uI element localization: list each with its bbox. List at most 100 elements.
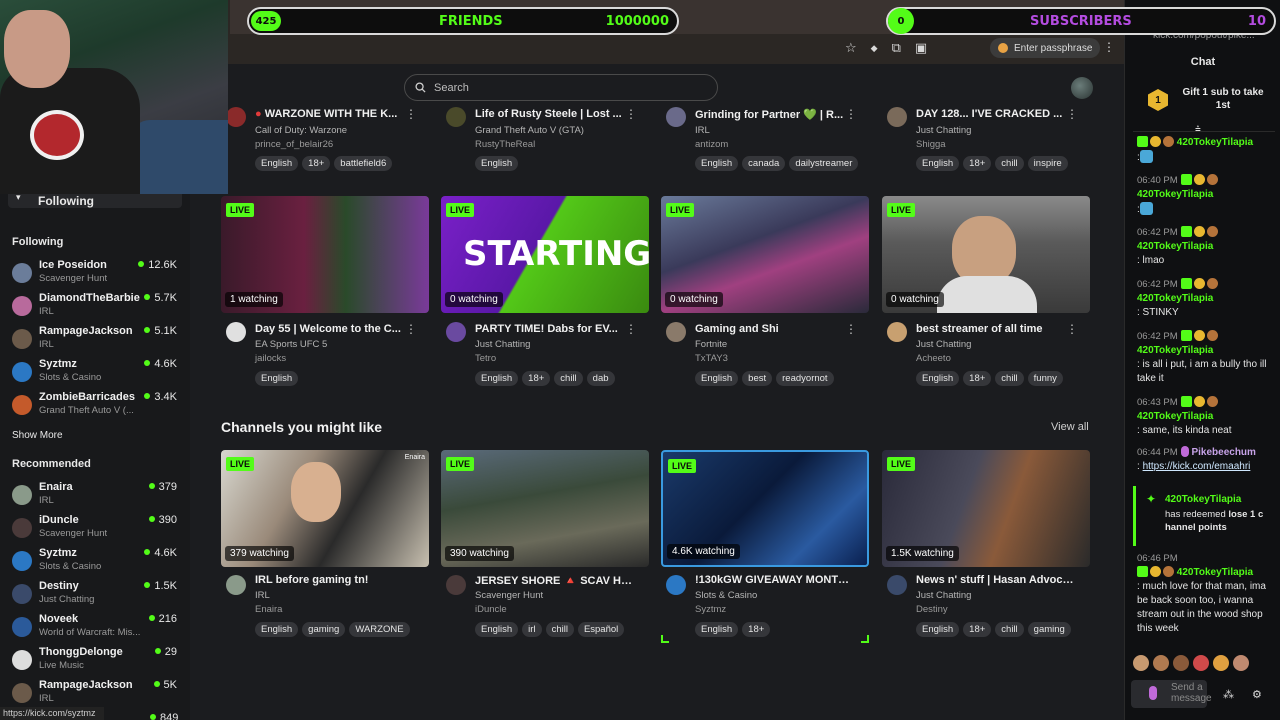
chat-username[interactable]: 420TokeyTilapia xyxy=(1137,411,1213,422)
stream-user[interactable]: RustyTheReal xyxy=(475,139,535,150)
tag[interactable]: English xyxy=(916,156,960,171)
show-more-button[interactable]: Show More xyxy=(12,430,63,441)
sidebar-item-following[interactable]: DiamondTheBarbie IRL 5.7K xyxy=(12,292,180,322)
stream-title[interactable]: best streamer of all time xyxy=(916,323,1076,335)
stream-category[interactable]: Just Chatting xyxy=(916,590,971,601)
chat-scroll-icon[interactable]: ⩮ xyxy=(1195,124,1201,135)
tag[interactable]: funny xyxy=(1027,371,1063,386)
following-collapse-header[interactable]: ▾ Following xyxy=(8,192,182,208)
stream-user[interactable]: Syztmz xyxy=(695,604,726,615)
stream-user[interactable]: TxTAY3 xyxy=(695,353,728,364)
tag[interactable]: English xyxy=(475,156,519,171)
chat-username[interactable]: 420TokeyTilapia xyxy=(1137,293,1213,304)
gift-sub-banner[interactable]: 1 Gift 1 sub to take 1st xyxy=(1133,76,1275,132)
sidebar-item-following[interactable]: RampageJackson IRL 5.1K xyxy=(12,325,180,355)
more-options-icon[interactable]: ⋮ xyxy=(1066,322,1078,336)
emote-icon[interactable] xyxy=(1133,655,1149,671)
stream-user[interactable]: iDuncle xyxy=(475,604,507,615)
emote-icon[interactable] xyxy=(1193,655,1209,671)
tag[interactable]: 18+ xyxy=(522,371,551,386)
stream-category[interactable]: Slots & Casino xyxy=(695,590,757,601)
tag[interactable]: English xyxy=(255,156,299,171)
stream-category[interactable]: IRL xyxy=(255,590,270,601)
sidebar-item-recommended[interactable]: RampageJackson IRL 5K xyxy=(12,679,180,709)
chat-username[interactable]: Pikebeechum xyxy=(1191,447,1255,458)
tag[interactable]: English xyxy=(916,371,960,386)
tag[interactable]: 18+ xyxy=(742,622,771,637)
share-icon[interactable]: ⁂ xyxy=(1223,688,1234,701)
chat-username[interactable]: 420TokeyTilapia xyxy=(1177,137,1253,148)
sidebar-item-recommended[interactable]: iDuncle Scavenger Hunt 390 xyxy=(12,514,180,544)
sidebar-item-recommended[interactable]: Destiny Just Chatting 1.5K xyxy=(12,580,180,610)
media-icon[interactable]: ▣ xyxy=(915,40,927,56)
tag[interactable]: gaming xyxy=(302,622,346,637)
stream-thumbnail[interactable]: LIVE 0 watching xyxy=(882,196,1090,313)
extensions-puzzle-icon[interactable]: ⧉ xyxy=(892,40,901,56)
stream-category[interactable]: Just Chatting xyxy=(475,339,530,350)
stream-user[interactable]: Acheeto xyxy=(916,353,951,364)
tag[interactable]: English xyxy=(255,371,299,386)
view-all-link[interactable]: View all xyxy=(1051,421,1089,433)
tag[interactable]: battlefield6 xyxy=(334,156,393,171)
stream-title[interactable]: Grinding for Partner 💚 | R... xyxy=(695,108,855,121)
tag[interactable]: chill xyxy=(995,622,1024,637)
stream-title[interactable]: PARTY TIME! Dabs for EV... xyxy=(475,323,635,335)
stream-user[interactable]: jailocks xyxy=(255,353,286,364)
sidebar-item-recommended[interactable]: Syztmz Slots & Casino 4.6K xyxy=(12,547,180,577)
tag[interactable]: gaming xyxy=(1027,622,1071,637)
chat-username[interactable]: 420TokeyTilapia xyxy=(1137,189,1213,200)
tag[interactable]: English xyxy=(916,622,960,637)
stream-title[interactable]: Life of Rusty Steele | Lost ... xyxy=(475,108,635,120)
stream-category[interactable]: Fortnite xyxy=(695,339,727,350)
tag[interactable]: English xyxy=(475,371,519,386)
stream-title[interactable]: News n' stuff | Hasan Advocat... xyxy=(916,574,1076,586)
sidebar-item-recommended[interactable]: Noveek World of Warcraft: Mis... 216 xyxy=(12,613,180,643)
emote-icon[interactable] xyxy=(1233,655,1249,671)
stream-user[interactable]: Tetro xyxy=(475,353,496,364)
stream-title[interactable]: JERSEY SHORE 🔺 SCAV HUNT... xyxy=(475,574,635,587)
stream-category[interactable]: Just Chatting xyxy=(916,125,971,136)
more-options-icon[interactable]: ⋮ xyxy=(405,322,417,336)
sidebar-item-recommended[interactable]: ThonggDelonge Live Music 29 xyxy=(12,646,180,676)
stream-user[interactable]: Enaira xyxy=(255,604,282,615)
chat-message-input[interactable]: Send a message xyxy=(1131,680,1212,708)
sidebar-item-following[interactable]: ZombieBarricades Grand Theft Auto V (...… xyxy=(12,391,180,421)
chat-link[interactable]: https://kick.com/emaahri xyxy=(1143,461,1251,472)
stream-title[interactable]: ● WARZONE WITH THE K... xyxy=(255,108,415,120)
stream-thumbnail[interactable]: LIVE 390 watching xyxy=(441,450,649,567)
stream-thumbnail[interactable]: LIVE 4.6K watching xyxy=(661,450,869,567)
more-options-icon[interactable]: ⋮ xyxy=(845,107,857,121)
chat-username[interactable]: 420TokeyTilapia xyxy=(1177,567,1253,578)
stream-user[interactable]: Destiny xyxy=(916,604,948,615)
tag[interactable]: 18+ xyxy=(963,622,992,637)
stream-thumbnail[interactable]: LIVE 0 watching xyxy=(661,196,869,313)
tag[interactable]: WARZONE xyxy=(349,622,410,637)
stream-title[interactable]: Gaming and Shi xyxy=(695,323,855,335)
tag[interactable]: 18+ xyxy=(963,371,992,386)
tag[interactable]: canada xyxy=(742,156,786,171)
stream-category[interactable]: Call of Duty: Warzone xyxy=(255,125,347,136)
stream-category[interactable]: IRL xyxy=(695,125,710,136)
stream-title[interactable]: DAY 128... I'VE CRACKED ... xyxy=(916,108,1076,120)
stream-thumbnail[interactable]: LIVE Enaira 379 watching xyxy=(221,450,429,567)
tag[interactable]: chill xyxy=(554,371,583,386)
more-options-icon[interactable]: ⋮ xyxy=(625,322,637,336)
stream-title[interactable]: IRL before gaming tn! xyxy=(255,574,415,586)
sidebar-item-following[interactable]: Ice Poseidon Scavenger Hunt 12.6K xyxy=(12,259,180,289)
stream-title[interactable]: Day 55 | Welcome to the C... xyxy=(255,323,415,335)
emote-icon[interactable] xyxy=(1213,655,1229,671)
stream-thumbnail[interactable]: LIVE 1.5K watching xyxy=(882,450,1090,567)
stream-thumbnail[interactable]: STARTING LIVE 0 watching xyxy=(441,196,649,313)
tag[interactable]: dailystreamer xyxy=(789,156,859,171)
emote-icon[interactable] xyxy=(1173,655,1189,671)
tag[interactable]: 18+ xyxy=(963,156,992,171)
tag[interactable]: dab xyxy=(586,371,615,386)
chat-username[interactable]: 420TokeyTilapia xyxy=(1137,345,1213,356)
tag[interactable]: best xyxy=(742,371,773,386)
tag[interactable]: chill xyxy=(995,371,1024,386)
extension-diamond-icon[interactable]: ◆ xyxy=(871,43,878,54)
bookmark-star-icon[interactable]: ☆ xyxy=(845,40,857,56)
more-options-icon[interactable]: ⋮ xyxy=(1066,107,1078,121)
passphrase-button[interactable]: Enter passphrase xyxy=(990,38,1101,58)
tag[interactable]: Español xyxy=(577,622,625,637)
